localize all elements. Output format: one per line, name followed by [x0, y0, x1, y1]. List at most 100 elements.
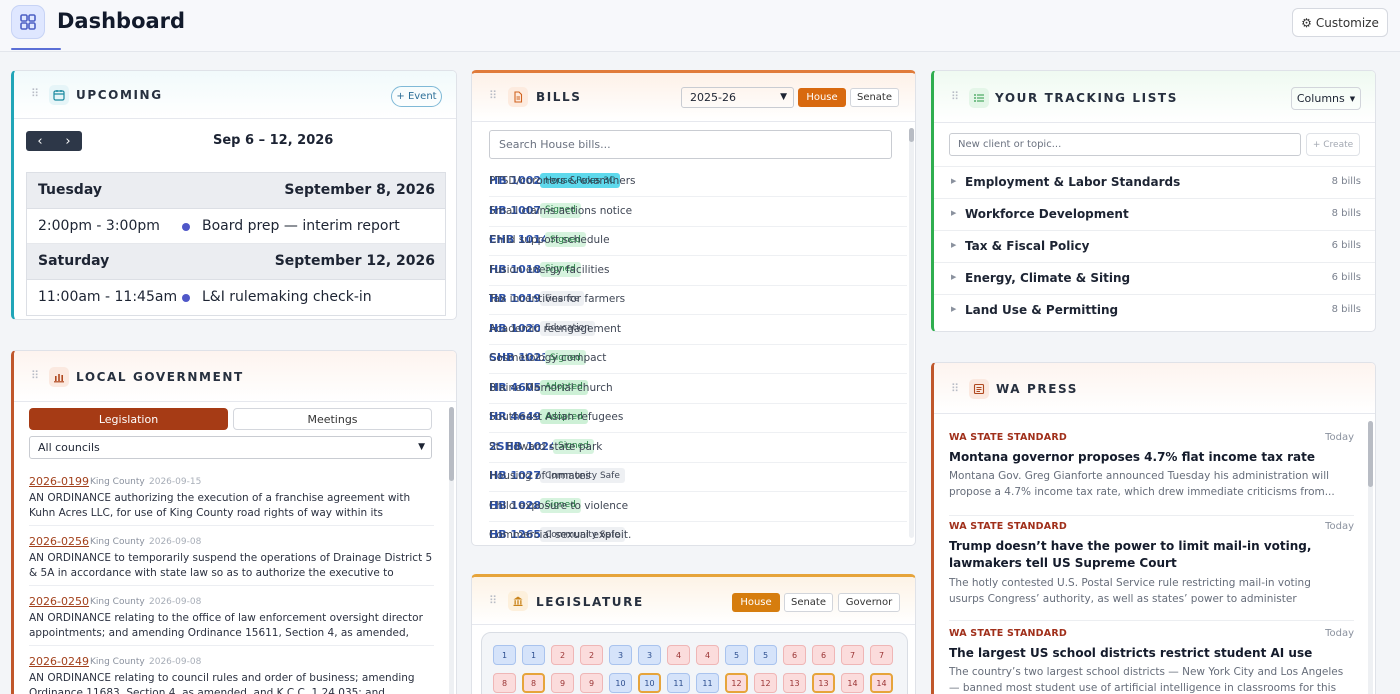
- legislative-seat[interactable]: 5: [725, 645, 748, 665]
- legislative-seat[interactable]: 8: [522, 673, 545, 693]
- legislative-seat[interactable]: 9: [551, 673, 574, 693]
- legislative-seat[interactable]: 10: [638, 673, 661, 693]
- legislative-seat[interactable]: 1: [493, 645, 516, 665]
- drag-handle-icon[interactable]: ⠿: [951, 91, 959, 102]
- bill-row[interactable]: 2SHB 1024 Signed St. Edward state park: [489, 434, 907, 463]
- agenda-event[interactable]: 11:00am - 11:45am L&I rulemaking check-i…: [27, 280, 445, 315]
- bill-row[interactable]: HR 4605 Adopted Blaine Memorial church: [489, 375, 907, 404]
- page-title: Dashboard: [57, 9, 186, 33]
- agenda-event[interactable]: 2:00pm - 3:00pm Board prep — interim rep…: [27, 209, 445, 244]
- bill-row[interactable]: EHB 1014 Signed Child support schedule: [489, 227, 907, 256]
- scrollbar-thumb[interactable]: [909, 128, 914, 142]
- tracking-list-row[interactable]: ▶ Tax & Fiscal Policy 6 bills: [934, 230, 1375, 262]
- bill-row[interactable]: HB 1007 Signed Small claims actions notice: [489, 198, 907, 227]
- legislative-seat[interactable]: 8: [493, 673, 516, 693]
- event-dot-icon: [182, 223, 190, 231]
- chevron-down-icon: ▼: [1349, 94, 1356, 103]
- caret-right-icon[interactable]: ▶: [951, 305, 956, 313]
- legislative-seat[interactable]: 11: [696, 673, 719, 693]
- tab-legislation[interactable]: Legislation: [29, 408, 228, 430]
- bill-row[interactable]: HB 1265 Community Safe Commercial sexual e…: [489, 522, 907, 545]
- senate-toggle[interactable]: Senate: [784, 593, 833, 612]
- bill-row[interactable]: HB 1019 Finance Tax incentives for farmers: [489, 286, 907, 315]
- legislative-seat[interactable]: 1: [522, 645, 545, 665]
- tracking-list-row[interactable]: ▶ Workforce Development 8 bills: [934, 198, 1375, 230]
- session-select[interactable]: 2025-26 ▼: [681, 87, 794, 108]
- scrollbar-thumb[interactable]: [1368, 421, 1373, 487]
- caret-right-icon[interactable]: ▶: [951, 209, 956, 217]
- list-item[interactable]: 2026-0199 King County 2026-09-15 AN ORDI…: [29, 467, 434, 526]
- bill-row[interactable]: HB 1027 Community Safe Housing of inmates: [489, 463, 907, 492]
- legislative-seat[interactable]: 6: [783, 645, 806, 665]
- scrollbar[interactable]: [1368, 421, 1373, 694]
- legislative-seat[interactable]: 5: [754, 645, 777, 665]
- legislative-seat[interactable]: 7: [870, 645, 893, 665]
- bill-row[interactable]: HR 4649 Adopted Southeast Asian refugees: [489, 404, 907, 433]
- legislative-seat[interactable]: 3: [609, 645, 632, 665]
- columns-button[interactable]: Columns ▼: [1291, 87, 1361, 110]
- legislative-seat[interactable]: 11: [667, 673, 690, 693]
- scrollbar[interactable]: [449, 407, 454, 694]
- caret-right-icon[interactable]: ▶: [951, 241, 956, 249]
- create-button[interactable]: + Create: [1306, 133, 1360, 156]
- bill-row[interactable]: HB 1002 House Rules 3C PTSD/coroners & exa…: [489, 168, 907, 197]
- drag-handle-icon[interactable]: ⠿: [31, 370, 39, 381]
- bill-row[interactable]: HB 1018 Signed Fusion energy facilities: [489, 257, 907, 286]
- list-item[interactable]: 2026-0250 King County 2026-09-08 AN ORDI…: [29, 587, 434, 646]
- drag-handle-icon[interactable]: ⠿: [31, 88, 39, 99]
- tracking-lists-title: YOUR TRACKING LISTS: [995, 91, 1178, 105]
- add-event-button[interactable]: + Event: [391, 86, 442, 107]
- council-select[interactable]: All councils ▼: [29, 436, 432, 459]
- legislative-seat[interactable]: 6: [812, 645, 835, 665]
- legislative-seat[interactable]: 2: [580, 645, 603, 665]
- house-toggle[interactable]: House: [798, 88, 846, 107]
- bill-row[interactable]: SHB 1023 Signed Cosmetology compact: [489, 345, 907, 374]
- tracking-list-row[interactable]: ▶ Energy, Climate & Siting 6 bills: [934, 262, 1375, 294]
- bill-search-input[interactable]: Search House bills...: [489, 130, 892, 159]
- tracking-list-row[interactable]: ▶ Employment & Labor Standards 8 bills: [934, 166, 1375, 198]
- list-icon: [969, 88, 989, 108]
- legislative-seat[interactable]: 14: [870, 673, 893, 693]
- chevron-left-icon[interactable]: ‹: [26, 131, 54, 151]
- caret-right-icon[interactable]: ▶: [951, 177, 956, 185]
- drag-handle-icon[interactable]: ⠿: [489, 595, 497, 606]
- legislative-seat[interactable]: 12: [725, 673, 748, 693]
- bill-description: Small claims actions notice: [489, 204, 633, 217]
- legislative-seat[interactable]: 10: [609, 673, 632, 693]
- news-item[interactable]: WA STATE STANDARD Today The largest US s…: [949, 628, 1354, 694]
- legislative-seat[interactable]: 4: [696, 645, 719, 665]
- chevron-right-icon[interactable]: ›: [54, 131, 82, 151]
- day-header: Tuesday September 8, 2026: [27, 173, 445, 209]
- caret-right-icon[interactable]: ▶: [951, 273, 956, 281]
- drag-handle-icon[interactable]: ⠿: [951, 383, 959, 394]
- new-client-input[interactable]: New client or topic...: [949, 133, 1301, 156]
- legislative-seat[interactable]: 3: [638, 645, 661, 665]
- legislative-seat[interactable]: 7: [841, 645, 864, 665]
- legislative-seat[interactable]: 14: [841, 673, 864, 693]
- senate-toggle[interactable]: Senate: [850, 88, 899, 107]
- legislative-seat[interactable]: 13: [783, 673, 806, 693]
- governor-toggle[interactable]: Governor: [838, 593, 900, 612]
- list-item[interactable]: 2026-0249 King County 2026-09-08 AN ORDI…: [29, 647, 434, 694]
- bill-row[interactable]: HB 1028 Signed Child exposure to violence: [489, 493, 907, 522]
- tracking-list-row[interactable]: ▶ Land Use & Permitting 8 bills: [934, 294, 1375, 326]
- legislative-seat[interactable]: 12: [754, 673, 777, 693]
- news-item[interactable]: WA STATE STANDARD Today Trump doesn’t ha…: [949, 521, 1354, 621]
- house-toggle[interactable]: House: [732, 593, 780, 612]
- drag-handle-icon[interactable]: ⠿: [489, 90, 497, 101]
- scrollbar-thumb[interactable]: [449, 407, 454, 481]
- news-item[interactable]: WA STATE STANDARD Today Montana governor…: [949, 432, 1354, 516]
- legislative-seat[interactable]: 4: [667, 645, 690, 665]
- legislative-seat[interactable]: 13: [812, 673, 835, 693]
- list-item[interactable]: 2026-0256 King County 2026-09-08 AN ORDI…: [29, 527, 434, 586]
- gear-icon: ⚙: [1301, 15, 1312, 30]
- legislature-card: ⠿ LEGISLATURE House Senate Governor 1122…: [471, 574, 916, 694]
- scrollbar[interactable]: [909, 128, 914, 538]
- legislative-seat[interactable]: 2: [551, 645, 574, 665]
- bill-row[interactable]: HB 1020 Education Academic reengagement: [489, 316, 907, 345]
- tab-meetings[interactable]: Meetings: [233, 408, 432, 430]
- customize-button[interactable]: ⚙ Customize: [1292, 8, 1388, 37]
- dashboard-logo[interactable]: [11, 5, 45, 39]
- bill-description: Child exposure to violence: [489, 499, 629, 512]
- legislative-seat[interactable]: 9: [580, 673, 603, 693]
